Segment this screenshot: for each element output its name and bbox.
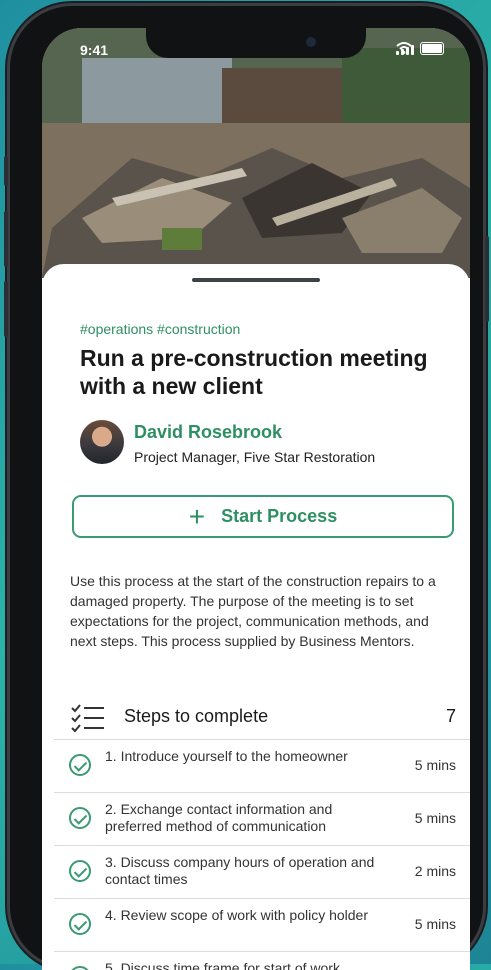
- power-button: [485, 236, 489, 322]
- check-circle-icon: [69, 913, 91, 935]
- step-duration: 5 mins: [414, 757, 456, 773]
- step-label: 2. Exchange contact information and pref…: [105, 801, 333, 834]
- checklist-icon: [71, 704, 104, 733]
- step-label: 4. Review scope of work with policy hold…: [105, 907, 369, 923]
- step-duration: 5 mins: [414, 810, 456, 826]
- battery-icon: [420, 42, 444, 55]
- screen: 9:41 #operations #construction Run a pre…: [42, 28, 470, 970]
- step-row[interactable]: 1. Introduce yourself to the homeowner 5…: [54, 739, 470, 792]
- steps-label: Steps to complete: [124, 706, 269, 726]
- status-icons: [396, 42, 444, 55]
- author-name[interactable]: David Rosebrook: [134, 422, 282, 443]
- steps-list: 1. Introduce yourself to the homeowner 5…: [54, 739, 470, 970]
- photo-illustration: [42, 28, 470, 278]
- check-circle-icon: [69, 860, 91, 882]
- step-row[interactable]: 4. Review scope of work with policy hold…: [54, 898, 470, 951]
- step-duration: 5 mins: [414, 916, 456, 932]
- hashtags[interactable]: #operations #construction: [80, 321, 240, 337]
- notch: [146, 28, 366, 58]
- status-time: 9:41: [80, 42, 109, 58]
- check-circle-icon: [69, 754, 91, 776]
- wifi-icon: [396, 42, 412, 54]
- process-description: Use this process at the start of the con…: [70, 573, 436, 649]
- volume-down-button: [4, 281, 8, 337]
- start-process-label: Start Process: [221, 506, 338, 526]
- fire-damage-photo: 9:41: [42, 28, 470, 278]
- step-label: 5. Discuss time frame for start of work: [105, 960, 340, 970]
- steps-count: 7: [445, 706, 456, 726]
- step-row[interactable]: 3. Discuss company hours of operation an…: [54, 845, 470, 898]
- camera-icon: [306, 37, 316, 47]
- step-label: 1. Introduce yourself to the homeowner: [105, 748, 348, 764]
- silent-switch: [4, 156, 8, 186]
- process-sheet: #operations #construction Run a pre-cons…: [42, 264, 470, 970]
- plus-icon: +: [188, 500, 206, 532]
- step-row[interactable]: 5. Discuss time frame for start of work: [54, 951, 470, 970]
- process-title: Run a pre-construction meeting with a ne…: [80, 345, 428, 399]
- author-avatar[interactable]: [80, 420, 124, 464]
- start-process-button[interactable]: + Start Process: [72, 495, 454, 538]
- step-label: 3. Discuss company hours of operation an…: [105, 854, 375, 887]
- author-role: Project Manager, Five Star Restoration: [134, 449, 376, 465]
- steps-header: Steps to complete 7: [70, 701, 456, 735]
- step-duration: 2 mins: [414, 863, 456, 879]
- phone-frame: 9:41 #operations #construction Run a pre…: [4, 6, 489, 970]
- drag-handle[interactable]: [192, 278, 320, 282]
- check-circle-icon: [69, 807, 91, 829]
- step-row[interactable]: 2. Exchange contact information and pref…: [54, 792, 470, 845]
- volume-up-button: [4, 211, 8, 267]
- check-circle-icon: [69, 966, 91, 970]
